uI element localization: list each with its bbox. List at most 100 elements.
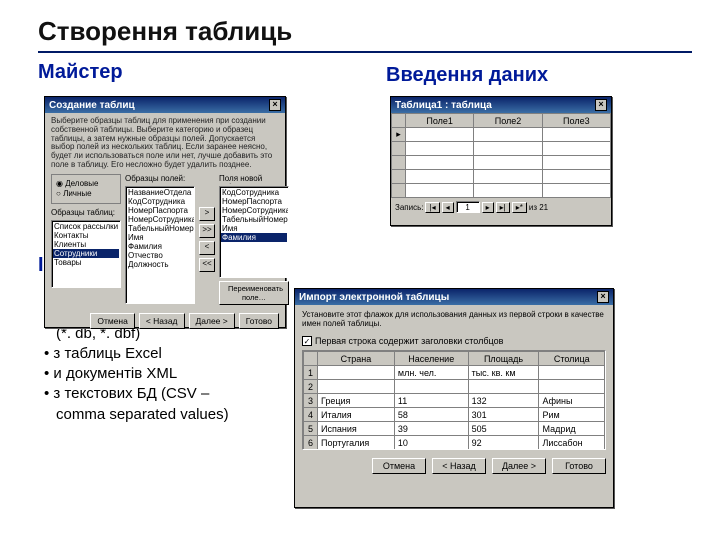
move-left-button[interactable]: < xyxy=(199,241,215,255)
finish-button[interactable]: Готово xyxy=(239,313,279,329)
back-button[interactable]: < Назад xyxy=(432,458,486,474)
back-button[interactable]: < Назад xyxy=(139,313,185,329)
cell[interactable] xyxy=(474,142,542,156)
column-header[interactable]: Поле2 xyxy=(474,114,542,128)
list-item[interactable]: НомерСотрудника xyxy=(221,206,287,215)
cell: Мадрид xyxy=(539,422,605,436)
cell[interactable] xyxy=(474,170,542,184)
list-item[interactable]: НазваниеОтдела xyxy=(127,188,193,197)
import-title: Импорт электронной таблицы xyxy=(299,292,449,303)
list-item[interactable]: НомерПаспорта xyxy=(221,197,287,206)
row-selector[interactable] xyxy=(392,184,406,198)
radio-business[interactable]: ◉ Деловые xyxy=(56,179,116,188)
rename-field-button[interactable]: Переименовать поле… xyxy=(219,281,289,305)
column-header[interactable]: Площадь xyxy=(468,352,539,366)
row-selector[interactable] xyxy=(392,170,406,184)
column-header[interactable]: Население xyxy=(394,352,468,366)
nav-record-input[interactable] xyxy=(456,201,480,213)
label-samples: Образцы таблиц: xyxy=(51,208,121,218)
cell[interactable] xyxy=(542,170,610,184)
list-item[interactable]: Фамилия xyxy=(221,233,287,242)
nav-last-button[interactable]: ▸| xyxy=(496,202,510,213)
row-header xyxy=(304,352,318,366)
row-number: 5 xyxy=(304,422,318,436)
radio-personal[interactable]: ○ Личные xyxy=(56,189,116,198)
next-button[interactable]: Далее > xyxy=(189,313,235,329)
list-item[interactable]: КодСотрудника xyxy=(127,197,193,206)
list-item[interactable]: Имя xyxy=(221,224,287,233)
finish-button[interactable]: Готово xyxy=(552,458,606,474)
row-selector[interactable]: ▸ xyxy=(392,128,406,142)
list-item[interactable]: ТабельныйНомер xyxy=(221,215,287,224)
column-header[interactable]: Поле1 xyxy=(406,114,474,128)
close-icon[interactable]: × xyxy=(269,99,281,111)
cell: 92 xyxy=(468,436,539,450)
cell[interactable] xyxy=(542,156,610,170)
list-item[interactable]: ТабельныйНомер xyxy=(127,224,193,233)
list-item[interactable]: НомерСотрудника xyxy=(127,215,193,224)
cell: Португалия xyxy=(318,436,395,450)
list-item[interactable]: Сотрудники xyxy=(53,249,119,258)
column-header[interactable]: Поле3 xyxy=(542,114,610,128)
newfields-listbox[interactable]: КодСотрудника НомерПаспорта НомерСотрудн… xyxy=(219,186,289,278)
first-row-headers-checkbox[interactable]: ✓Первая строка содержит заголовки столбц… xyxy=(302,336,606,346)
cell: 58 xyxy=(394,408,468,422)
list-item[interactable]: Должность xyxy=(127,260,193,269)
move-all-right-button[interactable]: >> xyxy=(199,224,215,238)
move-all-left-button[interactable]: << xyxy=(199,258,215,272)
import-preview-grid[interactable]: Страна Население Площадь Столица 1 млн. … xyxy=(302,350,606,450)
cell[interactable] xyxy=(406,128,474,142)
cell xyxy=(539,380,605,394)
list-item[interactable]: Клиенты xyxy=(53,240,119,249)
next-button[interactable]: Далее > xyxy=(492,458,546,474)
list-item[interactable]: Отчество xyxy=(127,251,193,260)
cell[interactable] xyxy=(542,184,610,198)
cell: млн. чел. xyxy=(394,366,468,380)
datasheet-grid[interactable]: Поле1 Поле2 Поле3 ▸ xyxy=(391,113,611,198)
list-item[interactable]: Имя xyxy=(127,233,193,242)
close-icon[interactable]: × xyxy=(597,291,609,303)
record-navigator: Запись: |◂ ◂ ▸ ▸| ▸* из 21 xyxy=(391,198,611,216)
close-icon[interactable]: × xyxy=(595,99,607,111)
import-titlebar[interactable]: Импорт электронной таблицы × xyxy=(295,289,613,305)
import-spreadsheet-dialog: Импорт электронной таблицы × Установите … xyxy=(294,288,614,508)
cell[interactable] xyxy=(542,128,610,142)
samples-listbox[interactable]: Список рассылки Контакты Клиенты Сотрудн… xyxy=(51,220,121,288)
cell[interactable] xyxy=(474,128,542,142)
column-header[interactable]: Страна xyxy=(318,352,395,366)
nav-new-button[interactable]: ▸* xyxy=(512,202,527,213)
cell[interactable] xyxy=(542,142,610,156)
row-header xyxy=(392,114,406,128)
cell[interactable] xyxy=(406,184,474,198)
heading-wizard: Майстер xyxy=(38,61,692,84)
cell[interactable] xyxy=(474,184,542,198)
list-item[interactable]: Фамилия xyxy=(127,242,193,251)
row-selector[interactable] xyxy=(392,156,406,170)
cancel-button[interactable]: Отмена xyxy=(90,313,135,329)
wizard-titlebar[interactable]: Создание таблиц × xyxy=(45,97,285,113)
datasheet-title: Таблица1 : таблица xyxy=(395,100,492,111)
checkbox-icon: ✓ xyxy=(302,336,312,346)
cell xyxy=(394,380,468,394)
wizard-title: Создание таблиц xyxy=(49,100,135,111)
cell[interactable] xyxy=(406,142,474,156)
fields-listbox[interactable]: НазваниеОтдела КодСотрудника НомерПаспор… xyxy=(125,186,195,304)
row-selector[interactable] xyxy=(392,142,406,156)
cell[interactable] xyxy=(474,156,542,170)
move-right-button[interactable]: > xyxy=(199,207,215,221)
cancel-button[interactable]: Отмена xyxy=(372,458,426,474)
datasheet-titlebar[interactable]: Таблица1 : таблица × xyxy=(391,97,611,113)
import-hint: Установите этот флажок для использования… xyxy=(302,310,606,332)
list-item[interactable]: Список рассылки xyxy=(53,222,119,231)
column-header[interactable]: Столица xyxy=(539,352,605,366)
list-item[interactable]: НомерПаспорта xyxy=(127,206,193,215)
nav-first-button[interactable]: |◂ xyxy=(425,202,439,213)
list-item[interactable]: Товары xyxy=(53,258,119,267)
nav-prev-button[interactable]: ◂ xyxy=(442,202,454,213)
cell[interactable] xyxy=(406,156,474,170)
cell: 132 xyxy=(468,394,539,408)
nav-next-button[interactable]: ▸ xyxy=(482,202,494,213)
list-item[interactable]: КодСотрудника xyxy=(221,188,287,197)
list-item[interactable]: Контакты xyxy=(53,231,119,240)
cell[interactable] xyxy=(406,170,474,184)
